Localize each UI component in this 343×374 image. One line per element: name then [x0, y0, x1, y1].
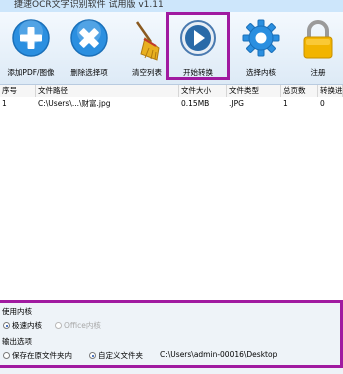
output-path-field[interactable]: C:\Users\admin-00016\Desktop	[160, 349, 290, 361]
add-pdf-image-button[interactable]: 添加PDF/图像	[0, 12, 62, 82]
start-convert-highlight	[166, 12, 230, 80]
delete-selected-label: 删除选择项	[70, 68, 108, 77]
output-same-folder-label[interactable]: 保存在原文件夹内	[12, 350, 72, 361]
select-engine-label: 选择内核	[246, 68, 276, 77]
column-header-pages[interactable]: 总页数	[281, 85, 318, 97]
add-pdf-image-label: 添加PDF/图像	[7, 68, 55, 77]
cell-size: 0.15MB	[181, 99, 210, 108]
cell-pages: 1	[283, 99, 288, 108]
cell-path: C:\Users\...\财富.jpg	[38, 99, 111, 108]
column-header-path[interactable]: 文件路径	[36, 85, 179, 97]
column-header-progress[interactable]: 转换进	[318, 85, 343, 97]
broom-icon	[135, 21, 160, 61]
output-custom-folder-radio[interactable]	[89, 352, 96, 359]
column-header-size[interactable]: 文件大小	[179, 85, 227, 97]
engine-section-label: 使用内核	[2, 307, 32, 316]
engine-fast-radio[interactable]	[3, 322, 10, 329]
cell-progress: 0	[320, 99, 325, 108]
output-same-folder-radio[interactable]	[3, 352, 10, 359]
add-icon	[12, 19, 50, 57]
select-engine-button[interactable]: 选择内核	[230, 12, 292, 82]
lock-icon	[303, 20, 333, 59]
file-table-body	[0, 97, 343, 300]
register-label: 注册	[310, 68, 326, 77]
cell-type: .JPG	[229, 99, 244, 108]
engine-office-label[interactable]: Office内核	[64, 320, 101, 331]
gear-icon	[242, 19, 280, 57]
output-section-label: 输出选项	[2, 337, 32, 346]
delete-selected-button[interactable]: 删除选择项	[58, 12, 120, 82]
delete-icon	[70, 19, 108, 57]
column-header-type[interactable]: 文件类型	[227, 85, 281, 97]
register-button[interactable]: 注册	[287, 12, 343, 82]
output-custom-folder-label[interactable]: 自定义文件夹	[98, 350, 143, 361]
window-title: 捷速OCR文字识别软件 试用版 v1.11	[14, 0, 164, 10]
column-header-index[interactable]: 序号	[0, 85, 36, 97]
table-row[interactable]: 1 C:\Users\...\财富.jpg 0.15MB .JPG 1 0	[0, 98, 343, 110]
engine-office-radio[interactable]	[55, 322, 62, 329]
engine-fast-label[interactable]: 极速内核	[12, 320, 42, 331]
title-bar: 捷速OCR文字识别软件 试用版 v1.11	[0, 0, 343, 12]
cell-index: 1	[2, 99, 7, 108]
